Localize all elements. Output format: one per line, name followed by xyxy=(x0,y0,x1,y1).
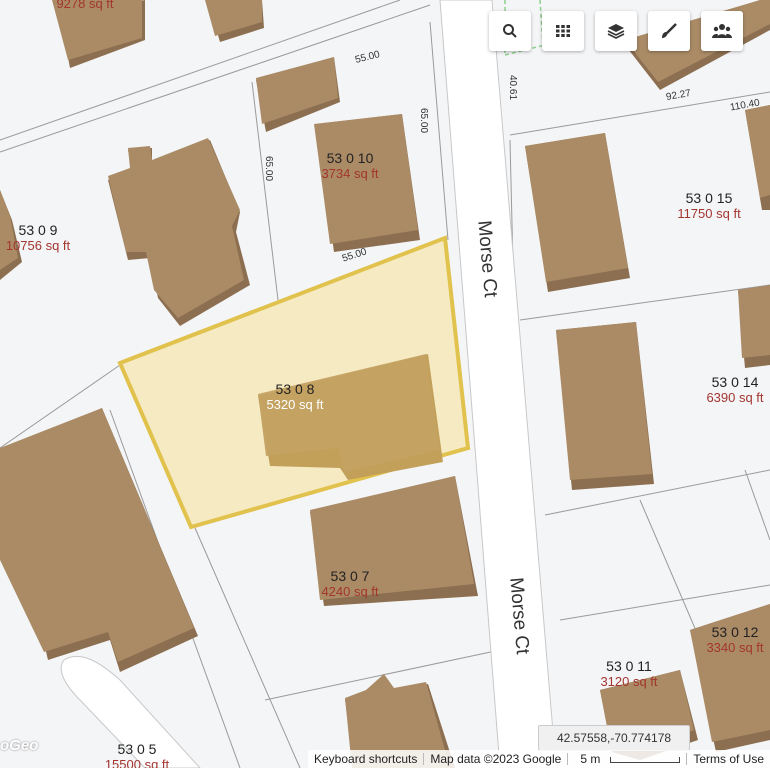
map-toolbar xyxy=(489,11,743,51)
buildings xyxy=(0,0,770,768)
coordinates-readout: 42.57558,-70.774178 xyxy=(538,725,690,751)
brush-button[interactable] xyxy=(648,11,690,51)
people-icon xyxy=(712,24,732,38)
map-canvas[interactable]: 9278 sq ft 53 0 10 3734 sq ft 53 0 9 10756… xyxy=(0,0,770,768)
parcel-area-label: 3120 sq ft xyxy=(600,674,658,689)
search-button[interactable] xyxy=(489,11,531,51)
parcel-area-label: 4240 sq ft xyxy=(321,584,379,599)
parcel-area-label: 3734 sq ft xyxy=(321,166,379,181)
map-data-attribution: Map data ©2023 Google xyxy=(430,752,562,766)
terms-of-use-link[interactable]: Terms of Use xyxy=(687,752,770,766)
parcel-id-label: 53 0 10 xyxy=(326,150,374,166)
keyboard-shortcuts-link[interactable]: Keyboard shortcuts xyxy=(308,752,423,766)
grid-button[interactable] xyxy=(542,11,584,51)
parcel-area-label: 6390 sq ft xyxy=(706,390,764,405)
search-icon xyxy=(503,24,517,38)
logo-watermark: oGeo xyxy=(0,737,39,754)
parcel-id-label: 53 0 7 xyxy=(330,568,370,584)
scale-bar xyxy=(610,756,681,763)
people-button[interactable] xyxy=(701,11,743,51)
parcel-id-label: 53 0 11 xyxy=(606,658,652,674)
parcel-id-label: 53 0 12 xyxy=(711,624,759,640)
parcel-id-label: 53 0 14 xyxy=(711,374,759,390)
dimension-label: 65.00 xyxy=(263,155,275,182)
scale-indicator[interactable]: 5 m xyxy=(568,752,686,766)
parcel-area-label: 10756 sq ft xyxy=(5,238,71,253)
scale-label: 5 m xyxy=(580,752,601,766)
parcel-area-label: 3340 sq ft xyxy=(706,640,764,655)
layers-icon xyxy=(607,24,625,39)
parcel-id-label: 53 0 15 xyxy=(685,190,733,206)
brush-icon xyxy=(662,23,677,38)
grid-icon xyxy=(556,25,570,37)
dimension-label: 40.61 xyxy=(507,74,519,101)
parcel-area-label: 9278 sq ft xyxy=(56,0,114,11)
parcel-area-label: 5320 sq ft xyxy=(266,397,324,412)
layers-button[interactable] xyxy=(595,11,637,51)
parcel-area-label: 11750 sq ft xyxy=(677,206,741,221)
parcel-id-label: 53 0 5 xyxy=(117,741,157,757)
map-base xyxy=(0,0,770,768)
parcel-id-label: 53 0 8 xyxy=(275,381,315,397)
parcel-id-label: 53 0 9 xyxy=(18,222,58,238)
map-footer: Keyboard shortcuts Map data ©2023 Google… xyxy=(308,750,770,768)
parcel-area-label: 15500 sq ft xyxy=(104,757,170,768)
dimension-label: 65.00 xyxy=(418,107,430,134)
